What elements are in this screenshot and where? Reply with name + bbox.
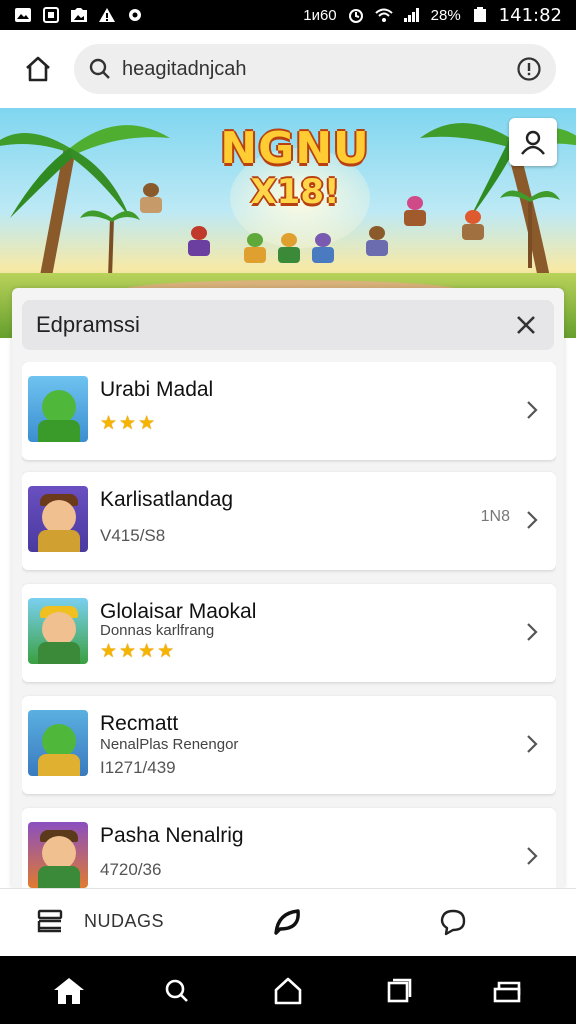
clock-time: 141:82	[498, 4, 562, 26]
nav-recents-button[interactable]	[382, 976, 416, 1006]
banner-character	[312, 233, 334, 263]
game-title: Urabi Madal	[100, 378, 214, 401]
nudags-label: NUDAGS	[84, 910, 165, 931]
game-thumbnail	[28, 822, 88, 888]
nudags-button[interactable]: NUDAGS	[36, 907, 164, 935]
home-outline-icon	[274, 977, 302, 1005]
panel-title: Edpramssi	[36, 312, 140, 337]
game-thumbnail	[28, 486, 88, 552]
chat-leaf-icon	[274, 909, 300, 935]
speech-bubble-button[interactable]	[438, 907, 468, 937]
banner-character	[188, 226, 210, 256]
star-icon: ★	[138, 413, 156, 434]
chat-leaf-button[interactable]	[272, 907, 304, 937]
alarm-icon	[347, 7, 365, 23]
home-icon	[54, 978, 84, 1004]
search-input[interactable]: heagitadnjcah	[122, 58, 506, 81]
banner-character	[140, 183, 162, 213]
status-right: 1ᴎ60 28% 141:82	[303, 5, 562, 26]
chevron-right-icon[interactable]	[522, 618, 542, 646]
game-subtitle: NenalPlas Renengor	[100, 736, 239, 753]
panel-header: Edpramssi	[22, 300, 554, 350]
battery-icon	[471, 7, 489, 23]
star-icon: ★	[100, 641, 118, 662]
game-list-panel: Edpramssi Urabi Madal ★ ★ ★ Karlisatland…	[12, 288, 564, 888]
banner-title-line2: X18!	[250, 172, 340, 212]
layers-icon	[493, 981, 521, 1003]
game-list: Urabi Madal ★ ★ ★ Karlisatlandag V415/S8…	[22, 362, 556, 888]
banner-character	[404, 196, 426, 226]
home-icon	[26, 56, 50, 82]
banner-character	[278, 233, 300, 263]
close-icon	[517, 316, 535, 334]
game-thumbnail	[28, 376, 88, 442]
banner-title: NGNU X18!	[190, 123, 400, 213]
wifi-icon	[374, 7, 393, 23]
battery-text: 28%	[430, 6, 461, 24]
star-icon: ★	[119, 641, 137, 662]
status-bar: 1ᴎ60 28% 141:82	[0, 0, 576, 30]
chevron-right-icon[interactable]	[522, 842, 542, 870]
star-icon: ★	[119, 413, 137, 434]
palm-tree-small-right	[500, 190, 560, 268]
warning-icon	[98, 7, 116, 23]
star-icon: ★	[157, 641, 175, 662]
star-icon: ★	[100, 413, 118, 434]
gear-icon	[126, 7, 144, 23]
square-icon	[387, 978, 412, 1003]
home-button[interactable]	[20, 51, 56, 87]
search-icon	[165, 979, 188, 1002]
chevron-right-icon[interactable]	[522, 506, 542, 534]
close-button[interactable]	[512, 311, 540, 339]
banner-character	[366, 226, 388, 256]
profile-button[interactable]	[509, 118, 557, 166]
rating-stars: ★ ★ ★ ★	[100, 642, 174, 661]
bottom-toolbar: NUDAGS	[0, 888, 576, 956]
system-nav-bar	[0, 956, 576, 1024]
nav-search-button[interactable]	[160, 976, 194, 1006]
chevron-right-icon[interactable]	[522, 730, 542, 758]
top-bar: heagitadnjcah	[0, 30, 576, 108]
game-thumbnail	[28, 710, 88, 776]
nav-layers-button[interactable]	[490, 976, 524, 1006]
sim-icon	[42, 7, 60, 23]
game-subtitle: Donnas karlfrang	[100, 622, 215, 639]
list-item[interactable]: Glolaisar Maokal Donnas karlfrang ★ ★ ★ …	[22, 584, 556, 682]
info-icon[interactable]	[516, 56, 542, 82]
stack-icon	[37, 909, 63, 933]
banner-title-line1: NGNU	[220, 123, 370, 174]
palm-tree-small-left	[80, 210, 140, 278]
photo-icon	[70, 7, 88, 23]
search-icon[interactable]	[88, 57, 112, 81]
nav-home-button[interactable]	[52, 976, 86, 1006]
status-left	[14, 7, 144, 23]
image-icon	[14, 7, 32, 23]
banner-character	[462, 210, 484, 240]
list-item[interactable]: Karlisatlandag V415/S8 1N8	[22, 472, 556, 570]
list-item[interactable]: Urabi Madal ★ ★ ★	[22, 362, 556, 460]
game-title: Glolaisar Maokal	[100, 600, 257, 623]
game-meta: 4720/36	[100, 860, 162, 879]
game-title: Pasha Nenalrig	[100, 824, 244, 847]
list-item[interactable]: Pasha Nenalrig 4720/36	[22, 808, 556, 888]
game-badge: 1N8	[480, 508, 510, 525]
rating-stars: ★ ★ ★	[100, 414, 155, 433]
game-thumbnail	[28, 598, 88, 664]
carrier-text: 1ᴎ60	[303, 6, 337, 24]
nav-home-outline-button[interactable]	[271, 976, 305, 1006]
star-icon: ★	[138, 641, 156, 662]
game-title: Karlisatlandag	[100, 488, 234, 511]
list-item[interactable]: Recmatt NenalPlas Renengor I1271/439	[22, 696, 556, 794]
game-meta: I1271/439	[100, 758, 176, 777]
signal-icon	[403, 7, 421, 23]
banner-character	[244, 233, 266, 263]
speech-bubble-icon	[440, 909, 466, 936]
game-meta: V415/S8	[100, 526, 166, 545]
user-icon	[521, 130, 545, 155]
chevron-right-icon[interactable]	[522, 396, 542, 424]
search-bar[interactable]: heagitadnjcah	[74, 44, 556, 94]
game-title: Recmatt	[100, 712, 179, 735]
